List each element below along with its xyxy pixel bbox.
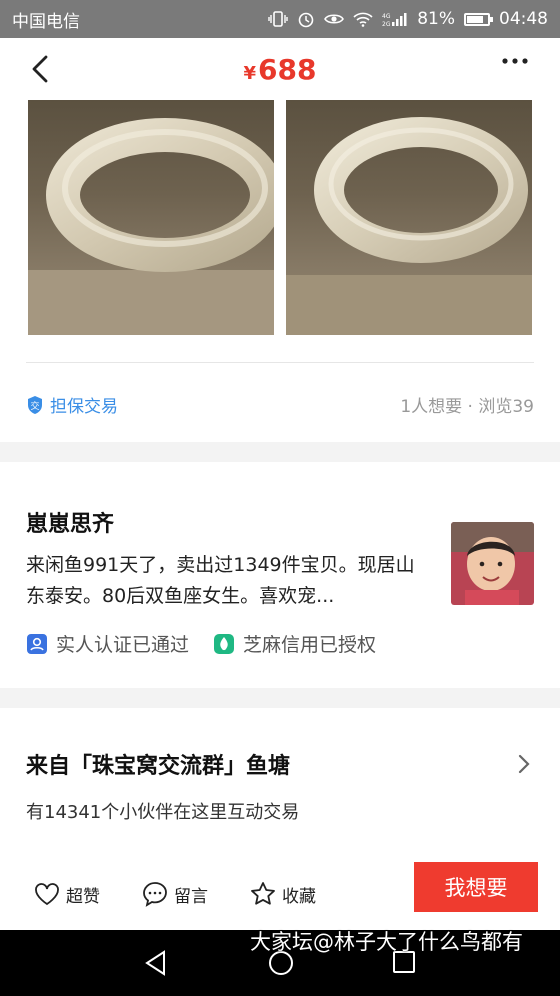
watermark-text: 大家坛@林子大了什么鸟都有	[250, 930, 523, 954]
favorite-label: 收藏	[282, 886, 316, 907]
zhima-credit-label: 芝麻信用已授权	[243, 634, 377, 656]
bottom-action-bar: 超赞 留言 收藏 我想要	[0, 858, 560, 930]
avatar-image	[451, 522, 534, 605]
favorite-button[interactable]: 收藏	[250, 881, 316, 907]
bangle-image-2	[286, 117, 532, 335]
guarantee-badge[interactable]: 交 担保交易	[26, 392, 118, 417]
like-label: 超赞	[66, 886, 100, 907]
alarm-icon	[298, 12, 314, 28]
shield-icon: 交	[28, 395, 42, 414]
top-nav: ¥688	[0, 38, 560, 100]
price-value: 688	[258, 52, 317, 86]
message-label: 留言	[174, 886, 208, 907]
signal-icon: 4G 2G	[382, 13, 407, 27]
svg-text:4G: 4G	[382, 13, 391, 20]
item-price: ¥688	[244, 53, 317, 86]
star-icon	[251, 882, 275, 905]
want-button[interactable]: 我想要	[414, 862, 538, 912]
like-button[interactable]: 超赞	[34, 882, 100, 907]
svg-text:交: 交	[30, 400, 39, 412]
battery-fill	[467, 15, 484, 23]
back-arrow-icon[interactable]	[24, 52, 58, 86]
seller-description: 来闲鱼991天了，卖出过1349件宝贝。现居山东泰安。80后双鱼座女生。喜欢宠.…	[26, 554, 415, 607]
currency-symbol: ¥	[243, 62, 257, 84]
product-photo-2[interactable]	[286, 100, 532, 335]
vibrate-icon	[268, 11, 288, 27]
clock: 04:48	[499, 9, 548, 29]
real-name-label: 实人认证已通过	[56, 634, 190, 656]
heart-icon	[35, 883, 59, 906]
zhima-credit-badge[interactable]: 芝麻信用已授权	[213, 630, 376, 657]
system-back-icon[interactable]	[144, 950, 168, 976]
chevron-right-icon[interactable]	[514, 752, 534, 776]
more-options-icon[interactable]	[500, 56, 530, 66]
product-card: 交 担保交易 1人想要 · 浏览39	[0, 100, 560, 442]
pond-title: 来自「珠宝窝交流群」鱼塘	[26, 754, 291, 779]
comment-icon	[143, 882, 167, 907]
divider	[26, 362, 534, 363]
pond-subtitle: 有14341个小伙伴在这里互动交易	[26, 802, 300, 823]
id-verified-icon	[27, 633, 47, 654]
seller-card[interactable]: 崽崽思齐 来闲鱼991天了，卖出过1349件宝贝。现居山东泰安。80后双鱼座女生…	[0, 462, 560, 688]
message-button[interactable]: 留言	[142, 881, 208, 907]
carrier-name: 中国电信	[12, 11, 80, 32]
product-photo-1[interactable]	[28, 100, 274, 335]
real-name-badge[interactable]: 实人认证已通过	[26, 630, 189, 657]
battery-percent: 81%	[417, 9, 455, 29]
status-icons: 4G 2G 81% 04:48	[268, 9, 548, 29]
guarantee-label: 担保交易	[50, 397, 118, 417]
item-stats: 1人想要 · 浏览39	[400, 397, 534, 417]
status-bar: 中国电信 4G 2G 81% 04:48	[0, 0, 560, 38]
svg-text:2G: 2G	[382, 21, 391, 27]
bangle-image-1	[28, 118, 274, 335]
seller-avatar[interactable]	[451, 522, 534, 605]
battery-icon	[464, 12, 493, 26]
seller-badges: 实人认证已通过 芝麻信用已授权	[26, 630, 376, 657]
seller-name: 崽崽思齐	[26, 512, 115, 537]
zhima-credit-icon	[214, 633, 235, 654]
wifi-icon	[353, 12, 373, 27]
eye-icon	[324, 14, 345, 24]
